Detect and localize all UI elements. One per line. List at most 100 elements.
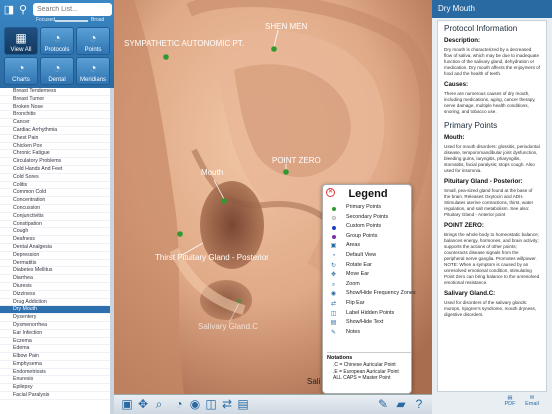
condition-item[interactable]: Cough xyxy=(0,228,110,237)
label-hidden-icon[interactable]: ◫ xyxy=(204,397,218,412)
condition-item[interactable]: Dermatitis xyxy=(0,260,110,268)
default-view-icon: ◔ xyxy=(331,252,336,259)
condition-item[interactable]: Cardiac Arrhythmia xyxy=(0,127,110,135)
condition-item[interactable]: Concussion xyxy=(0,205,110,213)
move-icon[interactable]: ✥ xyxy=(136,397,150,412)
label-cut-off: Sali xyxy=(307,377,321,386)
point-pituitary[interactable] xyxy=(177,231,183,237)
label-salivary[interactable]: Salivary Gland.C xyxy=(198,322,258,331)
condition-item[interactable]: Concentration xyxy=(0,197,110,205)
legend-item-move: ✥ Move Ear xyxy=(330,271,370,279)
condition-item[interactable]: Diuresis xyxy=(0,283,110,291)
condition-item[interactable]: Conjunctivitis xyxy=(0,213,110,221)
condition-item[interactable]: Dysmenorrhea xyxy=(0,322,110,330)
toggle-slider[interactable] xyxy=(55,20,88,22)
pituitary-text: Small, pea-sized gland found at the base… xyxy=(444,188,534,217)
email-icon[interactable]: ✉ Email xyxy=(524,395,540,411)
condition-item[interactable]: Eczema xyxy=(0,338,110,346)
description-text: Dry mouth is characterized by a decrease… xyxy=(444,47,540,76)
condition-item[interactable]: Breast Tumor xyxy=(0,96,110,104)
frequency-icon[interactable]: ◉ xyxy=(188,397,202,412)
bookmark-icon[interactable]: ▰ xyxy=(394,397,408,412)
focus-toggle[interactable]: Focused Broad xyxy=(36,17,110,25)
condition-item[interactable]: Cold Sores xyxy=(0,174,110,182)
condition-item[interactable]: Constipation xyxy=(0,221,110,229)
condition-item[interactable]: Diarrhea xyxy=(0,275,110,283)
light-dot-icon xyxy=(332,216,336,221)
condition-list[interactable]: Breast Tenderness Breast Tumor Broken Nose… xyxy=(0,88,110,414)
blue-dot-icon xyxy=(332,225,336,230)
help-icon[interactable]: ? xyxy=(412,397,426,412)
search-input[interactable] xyxy=(33,3,112,16)
condition-item[interactable]: Enuresis xyxy=(0,376,110,385)
condition-item[interactable]: Diabetes Mellitus xyxy=(0,267,110,276)
condition-item[interactable]: Common Cold xyxy=(0,189,110,198)
condition-item[interactable]: Elbow Pain xyxy=(0,353,110,361)
point-shen-men[interactable] xyxy=(271,46,277,52)
rotate-icon: ↻ xyxy=(330,262,337,269)
pdf-icon[interactable]: ▤ PDF xyxy=(502,395,518,411)
nav-button-protocols[interactable]: ◔ Protocols xyxy=(40,27,74,55)
label-pituitary[interactable]: Thirst Pituitary Gland - Posterior xyxy=(155,253,269,262)
condition-item[interactable]: Ear Infection xyxy=(0,330,110,338)
notes-icon: ✎ xyxy=(330,329,337,336)
condition-item[interactable]: Endometriosis xyxy=(0,369,110,377)
condition-item[interactable]: Circulatory Problems xyxy=(0,158,110,166)
notes-icon[interactable]: ✎ xyxy=(376,397,390,412)
legend-item-group: Group Points xyxy=(327,232,411,242)
nav-button-dental[interactable]: ◔ Dental xyxy=(40,57,74,85)
label-point-zero[interactable]: POINT ZERO xyxy=(272,156,321,165)
label-shen-men[interactable]: SHEN MEN xyxy=(265,22,307,31)
point-sympathetic[interactable] xyxy=(163,54,169,60)
condition-item[interactable]: Cancer xyxy=(0,119,110,127)
legend-item-rotate: ↻ Rotate Ear xyxy=(330,261,372,269)
text-toggle-icon[interactable]: ▤ xyxy=(236,397,250,412)
condition-item[interactable]: Deafness xyxy=(0,236,110,244)
causes-title: Causes: xyxy=(444,81,469,88)
grid-icon: ▦ xyxy=(15,31,27,45)
point-mouth[interactable] xyxy=(221,198,227,204)
search-icon[interactable]: ⚲ xyxy=(16,3,30,17)
nav-button-points[interactable]: ◔ Points xyxy=(76,27,110,55)
info-body[interactable]: Protocol Information Description: Dry mo… xyxy=(437,20,547,392)
condition-item[interactable]: Dysentery xyxy=(0,314,110,322)
condition-item[interactable]: Emphysema xyxy=(0,361,110,369)
point-zero-text: Brings the whole body to homeostatic bal… xyxy=(444,232,540,285)
flip-icon: ⇄ xyxy=(330,300,337,307)
condition-item[interactable]: Depression xyxy=(0,252,110,260)
condition-item[interactable]: Bronchitis xyxy=(0,111,110,120)
description-title: Description: xyxy=(444,37,481,44)
legend-item-custom: Custom Points xyxy=(327,222,411,232)
ear-logo-icon[interactable]: ◨ xyxy=(2,3,16,17)
condition-item[interactable]: Epilepsy xyxy=(0,384,110,393)
condition-item[interactable]: Chronic Fatigue xyxy=(0,150,110,159)
condition-item[interactable]: Chest Pain xyxy=(0,135,110,143)
point-zero[interactable] xyxy=(283,169,289,175)
condition-item[interactable]: Colitis xyxy=(0,182,110,190)
condition-item[interactable]: Facial Paralysis xyxy=(0,392,110,400)
info-footer: ▤ PDF ✉ Email xyxy=(432,392,552,414)
nav-button-meridians[interactable]: ◔ Meridians xyxy=(76,57,110,85)
zoom-icon[interactable]: ⌕ xyxy=(152,397,166,412)
condition-item[interactable]: Breast Tenderness xyxy=(0,88,110,96)
point-salivary[interactable] xyxy=(236,298,242,304)
condition-item[interactable]: Drug Addiction xyxy=(0,299,110,307)
condition-item[interactable]: Broken Nose xyxy=(0,104,110,112)
legend-title: Legend xyxy=(348,188,388,200)
nav-button-view-all[interactable]: ▦ View All xyxy=(4,27,38,55)
nav-button-charts[interactable]: ◔ Charts xyxy=(4,57,38,85)
condition-item[interactable]: Dizziness xyxy=(0,291,110,299)
label-sympathetic[interactable]: SYMPATHETIC AUTONOMIC PT. xyxy=(124,39,244,48)
condition-item[interactable]: Chicken Pox xyxy=(0,143,110,151)
condition-item[interactable]: Dental Analgesia xyxy=(0,244,110,252)
areas-icon[interactable]: ▣ xyxy=(120,397,134,412)
condition-item[interactable]: Cold Hands And Feet xyxy=(0,166,110,174)
ear-default-view-icon[interactable]: ◔ xyxy=(172,397,186,412)
label-hidden-icon: ◫ xyxy=(330,310,337,317)
ear-view[interactable]: SHEN MEN SYMPATHETIC AUTONOMIC PT. POINT… xyxy=(114,0,432,394)
condition-item[interactable]: Edema xyxy=(0,345,110,354)
toggle-left-label: Focused xyxy=(36,17,56,23)
flip-icon[interactable]: ⇄ xyxy=(220,397,234,412)
label-mouth[interactable]: Mouth xyxy=(201,168,223,177)
condition-item[interactable]: Dry Mouth xyxy=(0,306,110,315)
